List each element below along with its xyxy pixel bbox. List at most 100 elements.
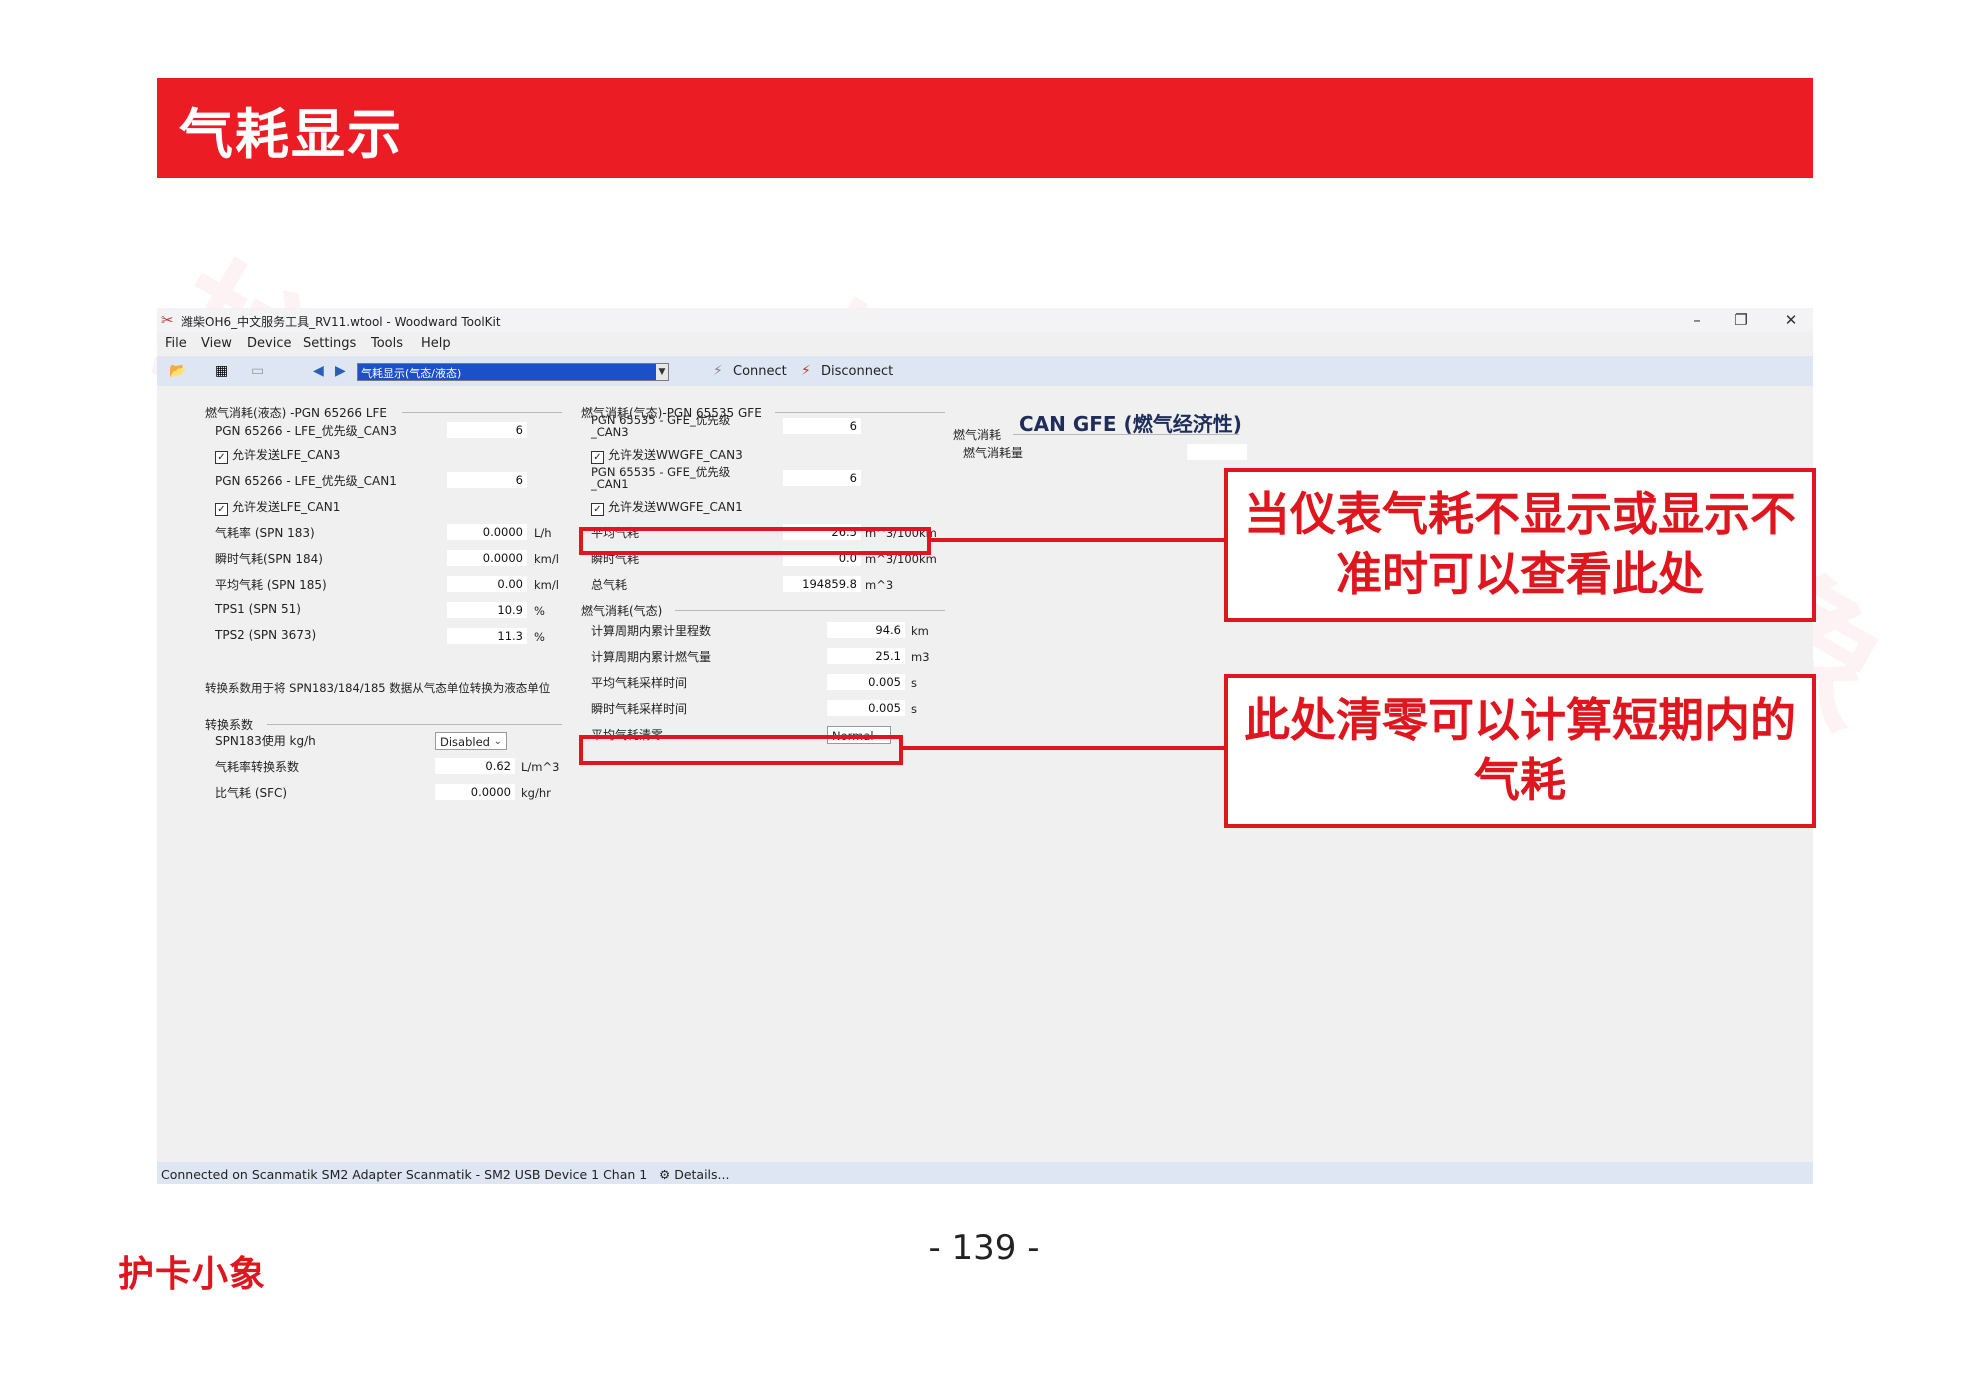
gas-row-unit: m3	[911, 650, 930, 664]
menu-device[interactable]: Device	[247, 336, 291, 351]
lfe-can3-checkbox-label: 允许发送LFE_CAN3	[232, 448, 341, 462]
lfe-can1-label: PGN 65266 - LFE_优先级_CAN1	[215, 474, 397, 488]
divider	[1013, 434, 1239, 435]
details-label: Details...	[674, 1167, 730, 1182]
rate-input[interactable]: 0.62	[435, 758, 515, 774]
forward-arrow-icon[interactable]: ▶	[335, 363, 346, 379]
divider	[675, 610, 945, 611]
gas-row-label: 瞬时气耗采样时间	[591, 702, 688, 716]
callout-bottom: 此处清零可以计算短期内的气耗	[1224, 674, 1816, 828]
rate-unit: L/m^3	[521, 760, 560, 774]
connect-icon[interactable]: ⚡	[713, 363, 723, 379]
gas-row-value: 94.6	[827, 622, 905, 638]
gfe-row-unit: m^3	[865, 578, 894, 592]
spn183-label: SPN183使用 kg/h	[215, 734, 316, 748]
lfe-row-unit: km/l	[534, 552, 559, 566]
window-title: 潍柴OH6_中文服务工具_RV11.wtool - Woodward ToolK…	[181, 315, 501, 329]
gas-row-unit: km	[911, 624, 929, 638]
divider	[267, 724, 562, 725]
gfe-can1-checkbox-label: 允许发送WWGFE_CAN1	[608, 500, 743, 514]
gfe-can1-input[interactable]: 6	[783, 470, 861, 486]
brand-logo: 护卡小象	[118, 1254, 267, 1295]
rate-label: 气耗率转换系数	[215, 760, 300, 774]
lfe-row-value: 11.3	[447, 628, 527, 644]
conversion-group-title: 转换系数	[205, 718, 254, 732]
lfe-row-label: 气耗率 (SPN 183)	[215, 526, 315, 540]
callout-bottom-text: 此处清零可以计算短期内的气耗	[1244, 693, 1796, 807]
callout-top: 当仪表气耗不显示或显示不准时可以查看此处	[1224, 468, 1816, 622]
spn183-select[interactable]: Disabled ⌄	[435, 732, 507, 750]
reset-highlight	[579, 735, 903, 765]
page-select-dropdown[interactable]: 气耗显示(气态/液态) ▼	[357, 363, 669, 381]
page-select-value: 气耗显示(气态/液态)	[361, 367, 462, 380]
gas-row-value: 0.005	[827, 700, 905, 716]
can-gfe-header: CAN GFE (燃气经济性)	[1019, 412, 1242, 436]
minimize-button[interactable]: –	[1677, 309, 1717, 331]
gfe-can3-input[interactable]: 6	[783, 418, 861, 434]
menu-bar: File View Device Settings Tools Help	[157, 332, 1813, 354]
gfe-row-value: 194859.8	[783, 576, 861, 592]
details-icon: ⚙	[659, 1167, 671, 1182]
chevron-down-icon: ▼	[656, 364, 668, 380]
title-bar: ✂ 潍柴OH6_中文服务工具_RV11.wtool - Woodward Too…	[157, 308, 1813, 332]
can-gfe-group-title: 燃气消耗	[953, 428, 1002, 442]
gas-row-unit: s	[911, 702, 917, 716]
restore-button[interactable]: ❐	[1721, 309, 1761, 331]
callout-connector	[931, 538, 1224, 542]
lfe-row-unit: L/h	[534, 526, 552, 540]
status-text: Connected on Scanmatik SM2 Adapter Scanm…	[161, 1167, 648, 1182]
lfe-can3-label: PGN 65266 - LFE_优先级_CAN3	[215, 424, 397, 438]
back-arrow-icon[interactable]: ◀	[313, 363, 324, 379]
lfe-row-unit: km/l	[534, 578, 559, 592]
details-button[interactable]: ⚙ Details...	[659, 1167, 729, 1182]
connect-button[interactable]: Connect	[733, 364, 787, 379]
sfc-unit: kg/hr	[521, 786, 551, 800]
menu-settings[interactable]: Settings	[303, 336, 356, 351]
can-gfe-item-value	[1187, 444, 1247, 460]
slide-title: 气耗显示	[179, 103, 403, 166]
lfe-group-title: 燃气消耗(液态) -PGN 65266 LFE	[205, 406, 387, 420]
lfe-row-label: 平均气耗 (SPN 185)	[215, 578, 327, 592]
gfe-can3-checkbox[interactable]: ✓ 允许发送WWGFE_CAN3	[591, 446, 743, 464]
lfe-row-value: 0.0000	[447, 550, 527, 566]
sfc-input[interactable]: 0.0000	[435, 784, 515, 800]
lfe-row-unit: %	[534, 630, 545, 644]
close-button[interactable]: ✕	[1771, 309, 1811, 331]
menu-file[interactable]: File	[165, 336, 187, 351]
check-icon: ✓	[215, 503, 228, 516]
toolbar: 📂 ▦ ▭ ◀ ▶ 气耗显示(气态/液态) ▼ ⚡ Connect ⚡ Disc…	[157, 356, 1813, 386]
menu-help[interactable]: Help	[421, 336, 451, 351]
lfe-can1-checkbox-label: 允许发送LFE_CAN1	[232, 500, 341, 514]
lfe-row-label: 瞬时气耗(SPN 184)	[215, 552, 323, 566]
gas-row-label: 平均气耗采样时间	[591, 676, 688, 690]
menu-tools[interactable]: Tools	[371, 336, 403, 351]
gfe-can1-checkbox[interactable]: ✓ 允许发送WWGFE_CAN1	[591, 498, 743, 516]
gas-row-unit: s	[911, 676, 917, 690]
gas-group-title: 燃气消耗(气态)	[581, 604, 663, 618]
check-icon: ✓	[591, 503, 604, 516]
gfe-can3-checkbox-label: 允许发送WWGFE_CAN3	[608, 448, 743, 462]
slide-title-banner: 气耗显示	[157, 78, 1813, 178]
menu-view[interactable]: View	[201, 336, 232, 351]
check-icon: ✓	[591, 451, 604, 464]
gfe-can3-label: PGN 65535 - GFE_优先级_CAN3	[591, 413, 731, 439]
disconnect-button[interactable]: Disconnect	[821, 364, 893, 379]
lfe-can3-checkbox[interactable]: ✓ 允许发送LFE_CAN3	[215, 446, 340, 464]
toolkit-app-icon: ✂	[161, 311, 174, 329]
gfe-can1-label: PGN 65535 - GFE_优先级_CAN1	[591, 465, 731, 491]
lfe-can3-input[interactable]: 6	[447, 422, 527, 438]
check-icon: ✓	[215, 451, 228, 464]
calendar-icon[interactable]: ▦	[215, 363, 228, 379]
can-gfe-item-label: 燃气消耗量	[963, 446, 1024, 460]
open-folder-icon[interactable]: 📂	[169, 363, 186, 379]
callout-connector	[903, 746, 1224, 750]
sfc-label: 比气耗 (SFC)	[215, 786, 288, 800]
chevron-down-icon: ⌄	[493, 736, 502, 747]
window-icon[interactable]: ▭	[251, 363, 264, 379]
gfe-row-label: 总气耗	[591, 578, 628, 592]
gas-row-value: 25.1	[827, 648, 905, 664]
disconnect-icon[interactable]: ⚡	[801, 363, 811, 379]
lfe-can1-input[interactable]: 6	[447, 472, 527, 488]
lfe-can1-checkbox[interactable]: ✓ 允许发送LFE_CAN1	[215, 498, 340, 516]
callout-top-text: 当仪表气耗不显示或显示不准时可以查看此处	[1244, 487, 1796, 601]
